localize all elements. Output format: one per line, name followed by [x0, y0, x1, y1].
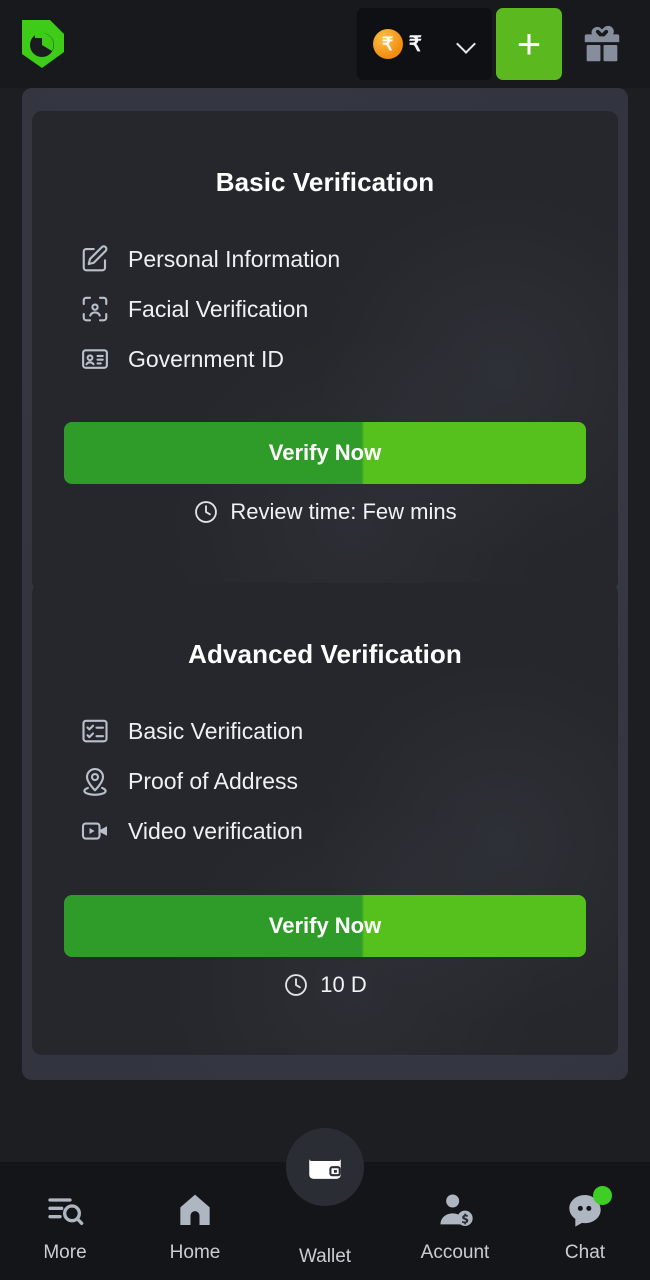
feature-list: Personal Information Facial Verification	[32, 234, 618, 384]
feature-row: Government ID	[80, 334, 618, 384]
nav-label: More	[43, 1242, 87, 1263]
currency-selector[interactable]: ₹ ₹	[356, 8, 492, 80]
verify-now-button[interactable]: Verify Now	[64, 422, 586, 484]
nav-item-account[interactable]: Account	[390, 1162, 520, 1280]
nav-items: More Home Wallet Account Chat	[0, 1128, 650, 1280]
add-funds-button[interactable]: +	[496, 8, 562, 80]
person-dollar-icon	[440, 1194, 473, 1226]
feature-label: Video verification	[128, 817, 303, 844]
review-time-row: 10 D	[32, 972, 618, 998]
list-search-icon	[48, 1198, 84, 1225]
nav-label: Wallet	[298, 1246, 352, 1267]
feature-label: Personal Information	[128, 245, 341, 272]
feature-label: Proof of Address	[128, 767, 299, 794]
edit-square-icon	[82, 245, 108, 272]
checklist-icon	[82, 719, 108, 743]
app-screen: ₹ ₹ + Basic Verification Personal Inform…	[0, 0, 650, 1280]
feature-label: Facial Verification	[128, 295, 309, 322]
nav-item-more[interactable]: More	[0, 1162, 130, 1280]
verify-now-button[interactable]: Verify Now	[64, 895, 586, 957]
verification-container: Basic Verification Personal Information	[22, 88, 628, 1080]
wallet-icon	[309, 1155, 341, 1179]
review-time-row: Review time: Few mins	[32, 499, 618, 525]
feature-label: Government ID	[128, 345, 284, 372]
id-card-icon	[82, 349, 108, 369]
review-time-label: Review time: Few mins	[230, 499, 457, 524]
plus-icon: +	[516, 20, 542, 67]
nav-label: Chat	[564, 1242, 606, 1263]
feature-row: Personal Information	[80, 234, 618, 284]
header-actions: ₹ ₹ +	[356, 8, 642, 80]
verify-now-label: Verify Now	[268, 913, 382, 938]
nav-item-chat[interactable]: Chat	[520, 1162, 650, 1280]
nav-item-wallet[interactable]: Wallet	[260, 1128, 390, 1280]
clock-icon	[195, 501, 218, 523]
feature-label: Basic Verification	[128, 717, 304, 744]
chat-unread-badge	[593, 1186, 612, 1205]
home-icon	[180, 1194, 210, 1225]
basic-verification-card: Basic Verification Personal Information	[32, 111, 618, 591]
card-title: Basic Verification	[215, 167, 435, 197]
chat-icon-wrap	[565, 1186, 612, 1230]
face-scan-icon	[82, 296, 108, 322]
video-camera-icon	[81, 822, 107, 840]
clock-icon	[285, 974, 308, 996]
gift-icon[interactable]	[562, 8, 642, 80]
nav-item-home[interactable]: Home	[130, 1162, 260, 1280]
top-header-bar: ₹ ₹ +	[0, 0, 650, 88]
advanced-verification-card: Advanced Verification Basic Verification	[32, 583, 618, 1055]
brand-logo-icon[interactable]	[14, 12, 70, 72]
feature-row: Proof of Address	[80, 756, 618, 806]
nav-label: Account	[420, 1242, 490, 1263]
feature-list: Basic Verification Proof of Address Vide…	[32, 706, 618, 856]
feature-row: Facial Verification	[80, 284, 618, 334]
feature-row: Basic Verification	[80, 706, 618, 756]
review-time-label: 10 D	[320, 972, 367, 997]
nav-label: Home	[169, 1242, 221, 1263]
verify-now-label: Verify Now	[268, 440, 382, 465]
chevron-down-icon[interactable]	[456, 33, 478, 55]
wallet-fab[interactable]	[286, 1128, 364, 1206]
card-title: Advanced Verification	[188, 639, 462, 669]
currency-symbol-label: ₹	[408, 32, 422, 56]
currency-coin-icon: ₹	[372, 29, 403, 59]
location-pin-icon	[83, 767, 107, 796]
feature-row: Video verification	[80, 806, 618, 856]
bottom-navigation-bar: More Home Wallet Account Chat	[0, 1128, 650, 1280]
